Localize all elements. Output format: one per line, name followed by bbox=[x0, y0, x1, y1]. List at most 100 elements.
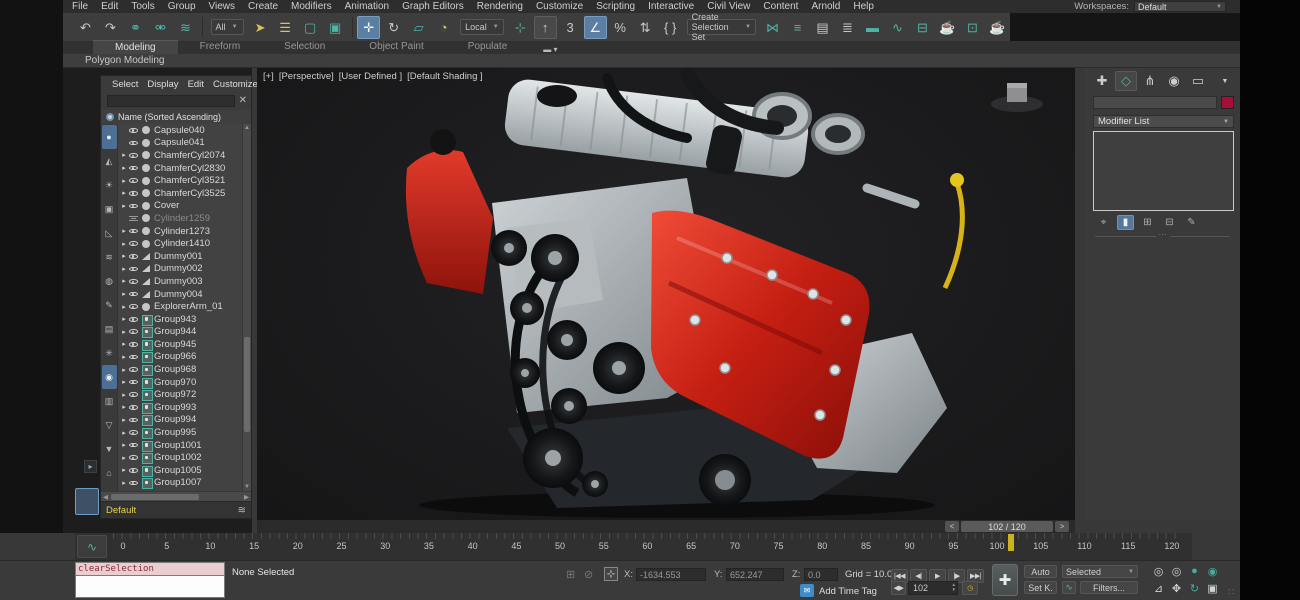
expand-arrow-icon[interactable] bbox=[120, 277, 128, 285]
expand-arrow-icon[interactable] bbox=[120, 454, 128, 462]
modify-tab-icon[interactable]: ◇ bbox=[1115, 71, 1137, 91]
pin-stack-icon[interactable]: ⌖ bbox=[1095, 215, 1112, 230]
horizontal-scrollbar[interactable]: ◀ ▶ bbox=[101, 491, 251, 501]
key-filter-dropdown[interactable]: Selected▼ bbox=[1062, 565, 1138, 578]
expand-arrow-icon[interactable] bbox=[120, 441, 128, 449]
snowflake-icon[interactable]: ✳ bbox=[102, 341, 117, 365]
visibility-eye-icon[interactable] bbox=[128, 327, 139, 336]
display-tab-icon[interactable]: ▭ bbox=[1187, 71, 1209, 91]
add-time-tag-label[interactable]: Add Time Tag bbox=[819, 586, 877, 597]
selection-filter-dropdown[interactable]: All▼ bbox=[211, 19, 244, 35]
time-tag-icon[interactable]: ✉ bbox=[800, 584, 814, 597]
visibility-eye-icon[interactable] bbox=[128, 378, 139, 387]
z-coord-field[interactable]: 0.0 bbox=[804, 568, 838, 581]
keyboard-override-icon[interactable]: { } bbox=[659, 16, 682, 39]
select-and-scale-icon[interactable]: ▱ bbox=[407, 16, 430, 39]
make-unique-icon[interactable]: ⊞ bbox=[1139, 215, 1156, 230]
scene-object-row[interactable]: ExplorerArm_01 bbox=[118, 300, 241, 313]
render-setup-icon[interactable]: ☕ bbox=[936, 16, 959, 39]
key-mode-toggle-icon[interactable]: ◀▶ bbox=[891, 581, 906, 595]
expand-arrow-icon[interactable] bbox=[120, 189, 128, 197]
expand-arrow-icon[interactable] bbox=[120, 416, 128, 424]
expand-arrow-icon[interactable] bbox=[120, 164, 128, 172]
visibility-eye-icon[interactable] bbox=[128, 201, 139, 210]
expand-arrow-icon[interactable] bbox=[120, 340, 128, 348]
zoom-icon[interactable]: ◎ bbox=[1150, 563, 1167, 579]
previous-frame-arrow[interactable]: < bbox=[945, 521, 959, 532]
maximize-viewport-icon[interactable]: ▣ bbox=[1204, 580, 1221, 596]
visibility-eye-icon[interactable] bbox=[128, 227, 139, 236]
space-warp-icon[interactable]: ≋ bbox=[102, 245, 117, 269]
expand-arrow-icon[interactable] bbox=[120, 315, 128, 323]
next-frame-arrow[interactable]: > bbox=[1055, 521, 1069, 532]
visibility-eye-icon[interactable] bbox=[128, 428, 139, 437]
orbit-icon[interactable]: ↻ bbox=[1186, 580, 1203, 596]
scene-object-row[interactable]: Capsule040 bbox=[118, 124, 241, 137]
scene-object-row[interactable]: Group1002 bbox=[118, 451, 241, 464]
layer-explorer-toggle-icon[interactable]: ≣ bbox=[836, 16, 859, 39]
helper-triangle-icon[interactable]: ◺ bbox=[102, 221, 117, 245]
visibility-eye-icon[interactable] bbox=[128, 453, 139, 462]
object-color-swatch[interactable] bbox=[1221, 96, 1234, 109]
visibility-eye-icon[interactable] bbox=[128, 290, 139, 299]
current-frame-field[interactable]: 102 ▲▼ bbox=[908, 581, 958, 595]
scene-object-row[interactable]: Group1007 bbox=[118, 477, 241, 490]
menu-item[interactable]: File bbox=[72, 1, 88, 12]
show-end-result-icon[interactable]: ▮ bbox=[1117, 215, 1134, 230]
globe-icon[interactable]: ◍ bbox=[102, 269, 117, 293]
geometry-circle-icon[interactable]: ● bbox=[102, 125, 117, 149]
expand-arrow-icon[interactable] bbox=[120, 265, 128, 273]
current-frame-marker[interactable] bbox=[1008, 534, 1014, 551]
render-production-icon[interactable]: ☕ bbox=[986, 16, 1009, 39]
create-tab-icon[interactable]: ✚ bbox=[1091, 71, 1113, 91]
explorer-menu-item[interactable]: Edit bbox=[188, 79, 204, 90]
scene-object-row[interactable]: Cylinder1410 bbox=[118, 237, 241, 250]
shapes-icon[interactable]: ◭ bbox=[102, 149, 117, 173]
zoom-all-icon[interactable]: ◎ bbox=[1168, 563, 1185, 579]
mini-curve-editor-icon[interactable]: ∿ bbox=[77, 535, 107, 558]
menu-item[interactable]: Create bbox=[248, 1, 278, 12]
camera-icon[interactable]: ▣ bbox=[102, 197, 117, 221]
scene-object-row[interactable]: Dummy004 bbox=[118, 288, 241, 301]
scene-object-row[interactable]: Group994 bbox=[118, 414, 241, 427]
explorer-menu-item[interactable]: Customize bbox=[213, 79, 258, 90]
ribbon-tab[interactable]: Selection bbox=[262, 40, 347, 54]
timeline-ruler[interactable]: 0510152025303540455055606570758085909510… bbox=[113, 533, 1182, 560]
explorer-menu-item[interactable]: Select bbox=[112, 79, 138, 90]
menu-item[interactable]: Rendering bbox=[477, 1, 523, 12]
explorer-column-header[interactable]: Name (Sorted Ascending) bbox=[101, 110, 251, 124]
expand-arrow-icon[interactable] bbox=[120, 466, 128, 474]
named-selection-set-dropdown[interactable]: Create Selection Set▼ bbox=[687, 19, 756, 35]
expand-arrow-icon[interactable] bbox=[120, 378, 128, 386]
scene-object-row[interactable]: ChamferCyl3521 bbox=[118, 174, 241, 187]
set-keys-button[interactable]: ✚ bbox=[992, 564, 1018, 596]
remove-modifier-icon[interactable]: ⊟ bbox=[1161, 215, 1178, 230]
expand-arrow-icon[interactable] bbox=[120, 328, 128, 336]
expand-arrow-icon[interactable] bbox=[120, 227, 128, 235]
visibility-eye-icon[interactable] bbox=[128, 277, 139, 286]
hierarchy-tab-icon[interactable]: ⋔ bbox=[1139, 71, 1161, 91]
funnel-x-icon[interactable]: ▽ bbox=[102, 413, 117, 437]
selection-lock-icon[interactable]: ⊘ bbox=[584, 568, 593, 581]
scene-object-row[interactable]: ChamferCyl2830 bbox=[118, 162, 241, 175]
ribbon-minimize-icon[interactable]: ▬ ▾ bbox=[543, 45, 557, 54]
visibility-eye-icon[interactable] bbox=[128, 441, 139, 450]
curve-editor-icon[interactable]: ∿ bbox=[886, 16, 909, 39]
percent-snap-icon[interactable]: % bbox=[609, 16, 632, 39]
maxscript-input-line[interactable] bbox=[75, 575, 225, 598]
align-icon[interactable]: ≡ bbox=[786, 16, 809, 39]
scrollbar-thumb[interactable] bbox=[244, 337, 250, 432]
zoom-extents-icon[interactable]: ● bbox=[1186, 563, 1203, 579]
scene-object-row[interactable]: Capsule041 bbox=[118, 137, 241, 150]
visibility-eye-icon[interactable] bbox=[128, 214, 139, 223]
maxscript-mini-listener[interactable]: clearSelection bbox=[75, 562, 225, 598]
scene-object-row[interactable]: Group993 bbox=[118, 401, 241, 414]
visibility-eye-icon[interactable] bbox=[128, 315, 139, 324]
auto-key-button[interactable]: Auto bbox=[1024, 565, 1057, 578]
menu-item[interactable]: Interactive bbox=[648, 1, 694, 12]
search-input[interactable] bbox=[107, 95, 235, 107]
visibility-eye-icon[interactable] bbox=[128, 138, 139, 147]
expand-arrow-icon[interactable] bbox=[120, 202, 128, 210]
scene-object-row[interactable]: Group1005 bbox=[118, 464, 241, 477]
expand-arrow-icon[interactable] bbox=[120, 303, 128, 311]
